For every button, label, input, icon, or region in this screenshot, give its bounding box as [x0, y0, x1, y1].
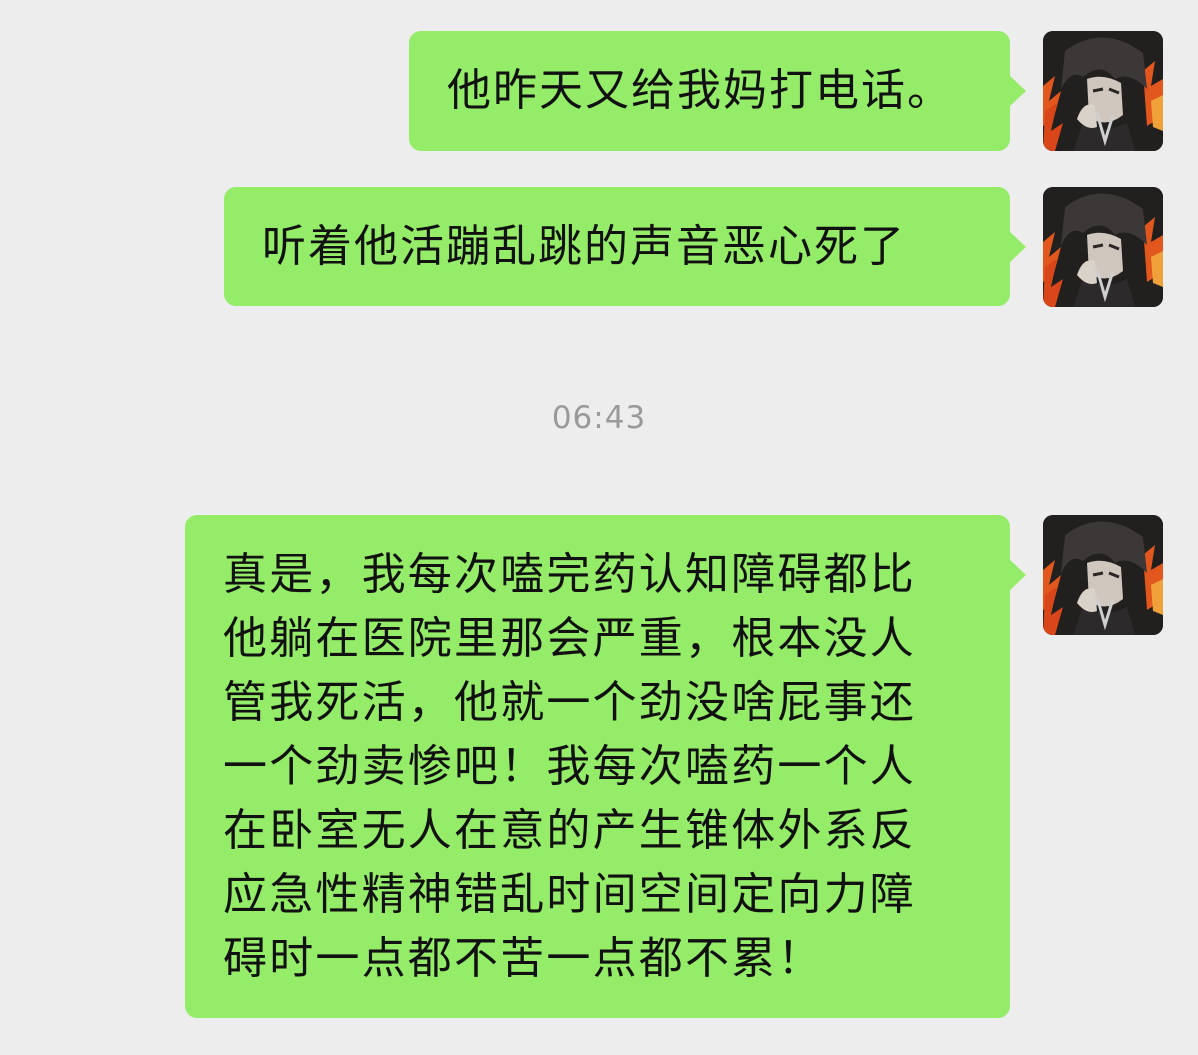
message-timestamp: 06:43 — [551, 400, 647, 436]
avatar-image — [1043, 31, 1163, 151]
message-bubble[interactable]: 真是，我每次嗑完药认知障碍都比 他躺在医院里那会严重，根本没人 管我死活，他就一… — [185, 515, 1026, 1018]
message-bubble[interactable]: 听着他活蹦乱跳的声音恶心死了 — [224, 187, 1026, 306]
avatar[interactable] — [1043, 515, 1163, 635]
avatar-image — [1043, 187, 1163, 307]
message-text: 真是，我每次嗑完药认知障碍都比 他躺在医院里那会严重，根本没人 管我死活，他就一… — [223, 549, 916, 984]
avatar[interactable] — [1043, 187, 1163, 307]
message-text: 听着他活蹦乱跳的声音恶心死了 — [262, 221, 906, 272]
avatar[interactable] — [1043, 31, 1163, 151]
chat-message-list[interactable]: 他昨天又给我妈打电话。 听着他活蹦乱跳的声音恶心死了 06:43 真是，我每次嗑… — [0, 0, 1198, 1055]
message-text: 他昨天又给我妈打电话。 — [447, 65, 953, 116]
avatar-image — [1043, 515, 1163, 635]
message-bubble[interactable]: 他昨天又给我妈打电话。 — [409, 31, 1026, 151]
